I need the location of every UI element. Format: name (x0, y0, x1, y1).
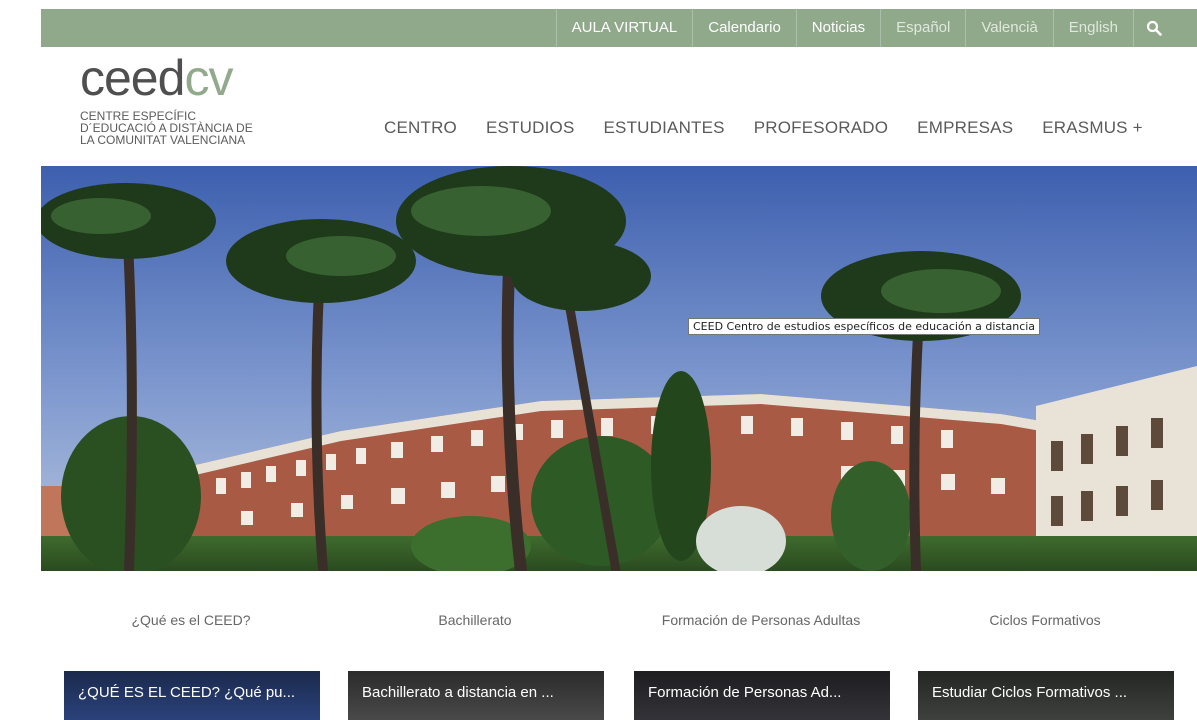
video-title: ¿QUÉ ES EL CEED? ¿Qué pu... (78, 684, 296, 701)
site-logo[interactable]: ceedcv CENTRE ESPECÍFIC D´EDUCACIÓ A DIS… (80, 52, 280, 160)
search-icon (1146, 20, 1162, 36)
video-que-es[interactable]: ¿QUÉ ES EL CEED? ¿Qué pu... (64, 671, 320, 720)
top-nav-noticias[interactable]: Noticias (795, 9, 880, 47)
hero-tooltip: CEED Centro de estudios específicos de e… (688, 318, 1041, 335)
video-bachillerato[interactable]: Bachillerato a distancia en ... (348, 671, 604, 720)
top-nav-aula-virtual[interactable]: AULA VIRTUAL (555, 9, 693, 47)
main-nav-centro[interactable]: CENTRO (384, 118, 457, 138)
section-title-que-es[interactable]: ¿Qué es el CEED? (71, 612, 311, 628)
video-ciclos[interactable]: Estudiar Ciclos Formativos ... (918, 671, 1174, 720)
video-personas-adultas[interactable]: Formación de Personas Ad... (634, 671, 890, 720)
video-title: Formación de Personas Ad... (648, 684, 842, 701)
main-nav-estudios[interactable]: ESTUDIOS (486, 118, 575, 138)
main-nav-erasmus[interactable]: ERASMUS + (1042, 118, 1143, 138)
main-nav-profesorado[interactable]: PROFESORADO (754, 118, 888, 138)
language-espanol[interactable]: Español (880, 9, 965, 47)
video-title: Estudiar Ciclos Formativos ... (932, 684, 1128, 701)
language-valencia[interactable]: Valencià (965, 9, 1052, 47)
logo-tagline: CENTRE ESPECÍFIC D´EDUCACIÓ A DISTÀNCIA … (80, 109, 253, 147)
section-title-personas-adultas[interactable]: Formación de Personas Adultas (641, 612, 881, 628)
search-button[interactable] (1133, 9, 1173, 47)
main-nav-estudiantes[interactable]: ESTUDIANTES (604, 118, 725, 138)
top-bar: AULA VIRTUAL Calendario Noticias Español… (41, 9, 1197, 47)
hero-photo (41, 166, 1197, 571)
top-nav: AULA VIRTUAL Calendario Noticias Español… (555, 9, 1173, 47)
logo-wordmark: ceedcv (80, 50, 233, 106)
video-title: Bachillerato a distancia en ... (362, 684, 554, 701)
main-nav: CENTRO ESTUDIOS ESTUDIANTES PROFESORADO … (384, 118, 1172, 138)
top-nav-calendario[interactable]: Calendario (692, 9, 796, 47)
language-english[interactable]: English (1052, 9, 1133, 47)
main-nav-empresas[interactable]: EMPRESAS (917, 118, 1013, 138)
section-title-ciclos[interactable]: Ciclos Formativos (925, 612, 1165, 628)
hero-image: CEED Centro de estudios específicos de e… (41, 166, 1197, 571)
section-title-bachillerato[interactable]: Bachillerato (355, 612, 595, 628)
